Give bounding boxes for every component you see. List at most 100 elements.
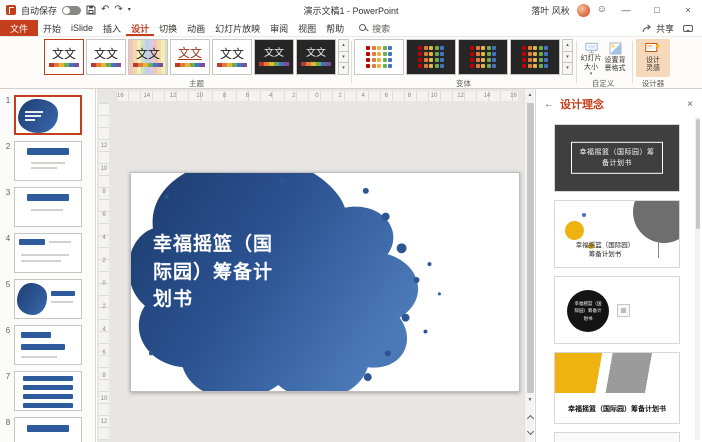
variant-option-4[interactable] <box>510 39 560 75</box>
slide-thumbnail-5[interactable] <box>14 279 82 319</box>
comments-icon[interactable] <box>683 25 693 32</box>
slide-size-caret-icon: ▾ <box>590 72 593 77</box>
tab-file[interactable]: 文件 <box>0 20 38 36</box>
ruler-number: 8 <box>102 189 105 195</box>
slide-size-icon <box>584 42 599 53</box>
back-icon[interactable]: ← <box>544 99 554 110</box>
themes-more-icon[interactable]: ▾ <box>338 62 349 75</box>
tab-islide[interactable]: iSlide <box>66 20 98 36</box>
undo-icon[interactable]: ↶ <box>101 5 109 15</box>
quick-access-more-icon[interactable]: ▾ <box>128 7 131 13</box>
theme-option-5[interactable]: 文文 <box>212 39 252 75</box>
small-image-placeholder <box>617 304 630 317</box>
ruler-number: 0 <box>315 93 318 99</box>
design-suggestion-3[interactable]: 幸福摇篮（国际园）筹备计划书 <box>554 276 680 344</box>
search-label: 搜索 <box>372 22 390 35</box>
ruler-number: 8 <box>408 93 411 99</box>
powerpoint-window: 自动保存 ↶ ↷ ▾ 演示文稿1 - PowerPoint 落叶 风秋 ☺ — … <box>0 0 702 442</box>
tab-home[interactable]: 开始 <box>38 20 66 36</box>
scrollbar-thumb[interactable] <box>527 103 534 393</box>
editing-canvas[interactable]: 1614121086420246810121416 12108642024681… <box>97 89 534 442</box>
design-suggestion-2[interactable]: 幸福摇篮（国际园） 筹备计划书 <box>554 200 680 268</box>
slide-row-1: 1 <box>0 95 95 135</box>
slide-thumbnail-7[interactable] <box>14 371 82 411</box>
search-box[interactable]: 搜索 <box>359 20 390 36</box>
variant-option-3[interactable] <box>458 39 508 75</box>
blue-dot-shape <box>582 213 586 217</box>
format-background-button[interactable]: 设置背景格式 <box>604 39 626 77</box>
ruler-number: 14 <box>143 93 150 99</box>
share-button[interactable]: 共享 <box>642 22 674 35</box>
ruler-number: 12 <box>101 419 108 425</box>
diagonal-stripes-shape <box>555 353 679 393</box>
variants-group-label: 变体 <box>354 78 573 89</box>
workspace: 1 2 3 <box>0 89 702 442</box>
tab-review[interactable]: 审阅 <box>265 20 293 36</box>
slide-number: 8 <box>2 417 14 427</box>
slide-row-4: 4 <box>0 233 95 273</box>
close-button[interactable]: × <box>676 0 700 20</box>
slide-thumbnail-panel: 1 2 3 <box>0 89 96 442</box>
slide-thumbnail-4[interactable] <box>14 233 82 273</box>
tab-design[interactable]: 设计 <box>126 20 154 36</box>
slide-title-text[interactable]: 幸福摇篮（国 际园）筹备计 划书 <box>153 231 305 314</box>
variant-option-2[interactable] <box>406 39 456 75</box>
slide-row-7: 7 <box>0 371 95 411</box>
design-suggestion-1[interactable]: 幸福摇篮（国际园）筹备计划书 <box>554 124 680 192</box>
design-4-title: 幸福摇篮（国际园）筹备计划书 <box>555 404 679 414</box>
redo-icon[interactable]: ↷ <box>114 5 122 15</box>
ruler-number: 6 <box>102 350 105 356</box>
vertical-ruler: 12108642024681012 <box>99 103 109 440</box>
theme-option-6-dark[interactable]: 文文 <box>254 39 294 75</box>
pane-scrollbar-thumb[interactable] <box>696 119 700 229</box>
variant-option-1[interactable] <box>354 39 404 75</box>
design-3-title: 幸福摇篮（国际园）筹备计划书 <box>567 290 609 332</box>
design-ideas-button[interactable]: 设计灵感 <box>636 39 670 77</box>
slide-row-2: 2 <box>0 141 95 181</box>
slide-size-button[interactable]: 幻灯片大小 ▾ <box>580 39 602 77</box>
divider-line <box>658 241 659 258</box>
canvas-scrollbar[interactable]: ▲ ▼ <box>524 89 534 442</box>
tab-help[interactable]: 帮助 <box>321 20 349 36</box>
variants-more-icon[interactable]: ▾ <box>562 62 573 75</box>
next-slide-button[interactable] <box>525 427 535 439</box>
maximize-button[interactable]: □ <box>645 0 669 20</box>
design-suggestion-5[interactable] <box>554 432 680 442</box>
tab-view[interactable]: 视图 <box>293 20 321 36</box>
slide-number: 1 <box>2 95 14 105</box>
ruler-number: 8 <box>102 373 105 379</box>
slide-thumbnail-6[interactable] <box>14 325 82 365</box>
ruler-number: 4 <box>361 93 364 99</box>
slide-number: 4 <box>2 233 14 243</box>
design-suggestion-4[interactable]: 幸福摇篮（国际园）筹备计划书 <box>554 352 680 424</box>
theme-option-4[interactable]: 文文 <box>170 39 210 75</box>
tab-animations[interactable]: 动画 <box>182 20 210 36</box>
slide-thumbnail-8[interactable] <box>14 417 82 442</box>
slide-editing-surface[interactable]: 幸福摇篮（国 际园）筹备计 划书 <box>130 172 520 392</box>
save-icon[interactable] <box>86 5 96 15</box>
autosave-toggle[interactable] <box>62 6 81 15</box>
theme-option-3[interactable]: 文文 <box>128 39 168 75</box>
ruler-number: 8 <box>223 93 226 99</box>
theme-option-7-dark[interactable]: 文文 <box>296 39 336 75</box>
slide-thumbnail-3[interactable] <box>14 187 82 227</box>
ruler-number: 6 <box>102 212 105 218</box>
tab-transitions[interactable]: 切换 <box>154 20 182 36</box>
user-avatar[interactable] <box>577 4 590 17</box>
scroll-down-icon[interactable]: ▼ <box>525 394 535 406</box>
previous-slide-button[interactable] <box>525 411 535 423</box>
slide-thumbnail-1[interactable] <box>14 95 82 135</box>
format-background-icon <box>609 42 622 55</box>
minimize-button[interactable]: — <box>614 0 638 20</box>
theme-option-2[interactable]: 文文 <box>86 39 126 75</box>
slide-thumbnail-2[interactable] <box>14 141 82 181</box>
tab-insert[interactable]: 插入 <box>98 20 126 36</box>
theme-current[interactable]: 文文 <box>44 39 84 75</box>
pane-close-icon[interactable]: × <box>687 99 693 110</box>
scroll-up-icon[interactable]: ▲ <box>525 89 535 101</box>
pane-scrollbar[interactable] <box>695 117 700 440</box>
search-icon <box>359 24 368 33</box>
slide-number: 7 <box>2 371 14 381</box>
tab-slideshow[interactable]: 幻灯片放映 <box>210 20 265 36</box>
feedback-smiley-icon[interactable]: ☺ <box>597 5 607 15</box>
